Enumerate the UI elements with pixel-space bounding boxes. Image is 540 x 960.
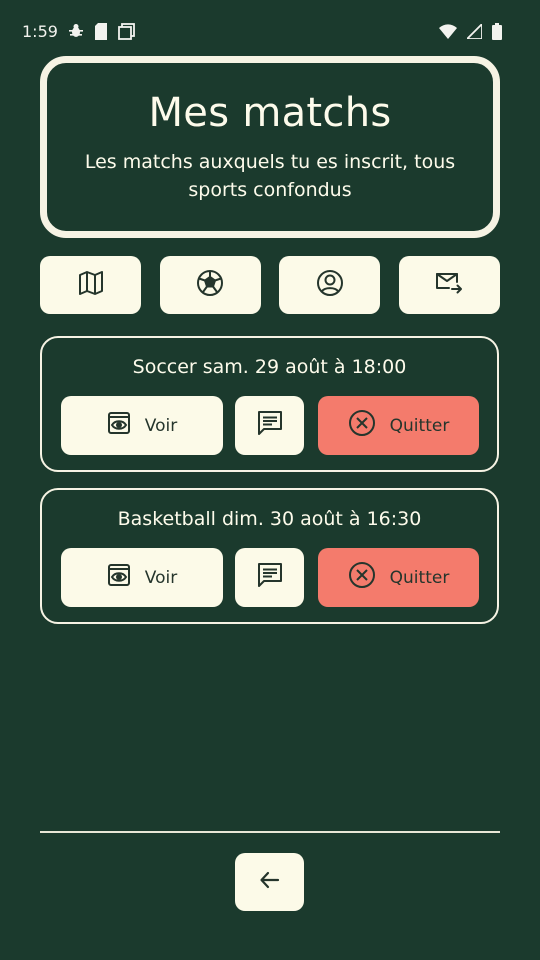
back-button[interactable] (235, 853, 304, 911)
page-title: Mes matchs (148, 90, 392, 136)
view-button-label: Voir (144, 567, 178, 588)
match-title: Soccer sam. 29 août à 18:00 (132, 356, 407, 378)
view-button-label: Voir (144, 415, 178, 436)
close-circle-icon (348, 409, 376, 442)
sports-button[interactable] (159, 256, 261, 314)
quit-button[interactable]: Quitter (318, 548, 479, 607)
signal-icon (467, 23, 482, 39)
chat-button[interactable] (235, 548, 304, 607)
mail-forward-button[interactable] (398, 256, 500, 314)
chat-icon (257, 410, 283, 441)
nav-row (40, 256, 500, 314)
status-bar: 1:59 (0, 0, 540, 62)
eye-icon (107, 411, 131, 440)
match-card: Soccer sam. 29 août à 18:00 Voir Quitter (40, 336, 499, 472)
chat-icon (257, 562, 283, 593)
match-title: Basketball dim. 30 août à 16:30 (117, 508, 422, 530)
map-button[interactable] (40, 256, 141, 314)
arrow-left-icon (258, 868, 282, 896)
status-right (439, 22, 502, 40)
quit-button-label: Quitter (389, 415, 450, 436)
divider (40, 831, 500, 833)
screen: 1:59 Mes matchs Les matchs auxquels tu e… (0, 0, 540, 960)
chat-button[interactable] (235, 396, 304, 455)
close-circle-icon (348, 561, 376, 594)
wifi-icon (439, 23, 457, 39)
page-subtitle: Les matchs auxquels tu es inscrit, tous … (84, 151, 456, 201)
view-button[interactable]: Voir (61, 548, 223, 607)
profile-button[interactable] (279, 256, 381, 314)
profile-icon (316, 269, 344, 301)
screenshot-icon (118, 22, 135, 40)
status-time: 1:59 (22, 21, 58, 41)
battery-icon (492, 22, 502, 40)
quit-button[interactable]: Quitter (318, 396, 479, 455)
map-icon (78, 271, 104, 299)
sd-card-icon (94, 22, 108, 40)
eye-icon (107, 563, 131, 592)
mail-forward-icon (435, 271, 463, 299)
header-card: Mes matchs Les matchs auxquels tu es ins… (40, 56, 500, 238)
quit-button-label: Quitter (389, 567, 450, 588)
status-left: 1:59 (22, 22, 135, 41)
view-button[interactable]: Voir (61, 396, 223, 455)
bug-icon (68, 23, 84, 39)
soccer-ball-icon (196, 269, 224, 301)
match-card: Basketball dim. 30 août à 16:30 Voir Qui… (40, 488, 499, 624)
